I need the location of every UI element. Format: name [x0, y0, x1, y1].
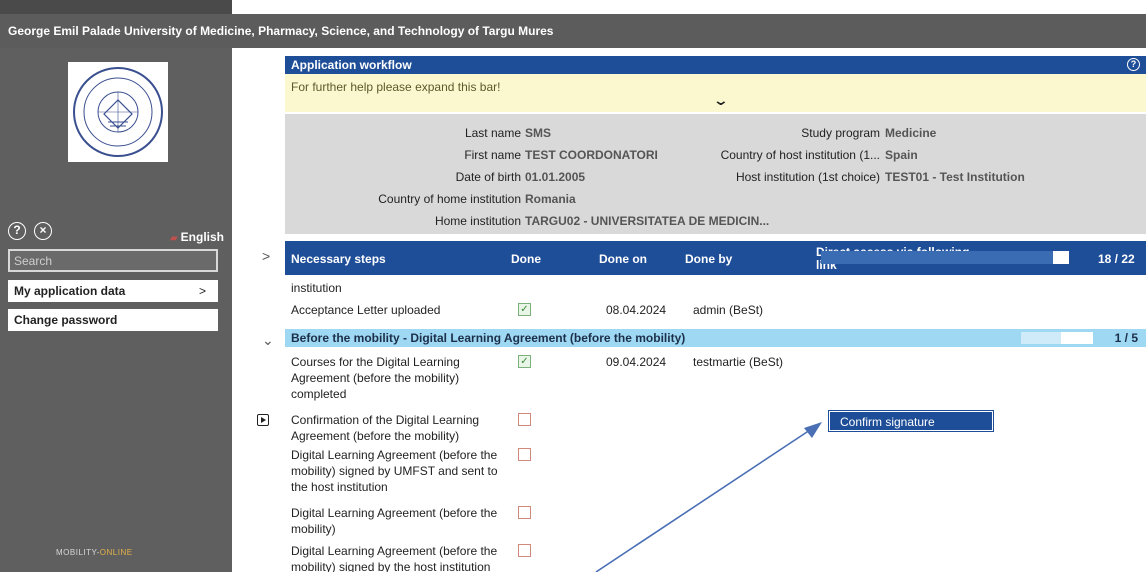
section-bar-learning-agreement[interactable]: Before the mobility - Digital Learning A…: [285, 329, 1146, 347]
help-bar-text: For further help please expand this bar!: [291, 80, 501, 94]
checkbox-unchecked-icon: [518, 413, 531, 426]
main-content: Application workflow ? For further help …: [232, 48, 1146, 572]
step-done-on: 09.04.2024: [606, 355, 667, 369]
language-label: English: [180, 230, 224, 244]
host-country-label: Country of host institution (1...: [720, 148, 880, 162]
sidebar-item-change-password[interactable]: Change password: [8, 309, 218, 331]
col-done: Done: [511, 252, 541, 266]
step-text: institution: [291, 281, 342, 295]
col-done-by: Done by: [685, 252, 733, 266]
workflow-title: Application workflow: [291, 58, 412, 72]
checkbox-unchecked-icon: [518, 506, 531, 519]
help-icon[interactable]: ?: [8, 222, 26, 240]
checkbox-checked-icon: ✓: [518, 303, 531, 316]
study-program-value: Medicine: [885, 126, 937, 140]
chevron-down-icon[interactable]: ⌄: [713, 92, 729, 109]
university-seal-logo: [68, 62, 168, 162]
steps-progress-fill: [1052, 251, 1069, 264]
sidebar-item-label: Change password: [14, 313, 118, 327]
sidebar-item-label: My application data: [14, 284, 126, 298]
section-progress-bar: [1021, 332, 1093, 344]
language-selector[interactable]: ▰ English: [170, 230, 224, 244]
top-strip-dark: [0, 0, 232, 14]
university-title: George Emil Palade University of Medicin…: [8, 24, 554, 38]
university-header: George Emil Palade University of Medicin…: [0, 14, 1146, 48]
uk-flag-icon: ▰: [169, 233, 178, 244]
checkbox-unchecked-icon: [518, 544, 531, 557]
collapse-steps-chevron-icon[interactable]: >: [262, 248, 270, 264]
home-institution-value: TARGU02 - UNIVERSITATEA DE MEDICIN...: [525, 214, 770, 228]
sidebar-icon-row: ? × ▰ English: [8, 222, 224, 244]
section-progress-count: 1 / 5: [1114, 331, 1138, 345]
sidebar-item-my-application-data[interactable]: My application data >: [8, 280, 218, 302]
checkbox-unchecked-icon: [518, 448, 531, 461]
last-name-value: SMS: [525, 126, 552, 140]
host-country-value: Spain: [885, 148, 918, 162]
step-text: Acceptance Letter uploaded: [291, 303, 441, 317]
steps-progress-bar: [821, 251, 1069, 264]
home-country-value: Romania: [525, 192, 576, 206]
help-icon[interactable]: ?: [1127, 58, 1140, 71]
mobility-online-logo: MOBILITY-ONLINE: [56, 548, 133, 557]
step-text: Courses for the Digital Learning Agreemen…: [291, 355, 460, 401]
host-institution-label: Host institution (1st choice): [735, 170, 880, 184]
section-progress-fill: [1061, 332, 1093, 344]
study-program-label: Study program: [801, 126, 880, 140]
step-done-on: 08.04.2024: [606, 303, 667, 317]
step-done-by: admin (BeSt): [693, 303, 764, 317]
chevron-right-icon: >: [198, 284, 206, 298]
first-name-label: First name: [464, 148, 521, 162]
step-text: Digital Learning Agreement (before the mo…: [291, 448, 498, 494]
checkbox-checked-icon: ✓: [518, 355, 531, 368]
home-country-label: Country of home institution: [378, 192, 521, 206]
help-expand-bar[interactable]: For further help please expand this bar!…: [285, 74, 1146, 112]
first-name-value: TEST COORDONATORI: [525, 148, 658, 162]
step-text: Digital Learning Agreement (before the mo…: [291, 506, 498, 536]
host-institution-value: TEST01 - Test Institution: [885, 170, 1025, 184]
dob-value: 01.01.2005: [525, 170, 586, 184]
col-done-on: Done on: [599, 252, 647, 266]
home-institution-label: Home institution: [434, 214, 521, 228]
col-necessary-steps: Necessary steps: [291, 252, 386, 266]
section-title: Before the mobility - Digital Learning A…: [291, 331, 686, 345]
search-input[interactable]: [8, 249, 218, 272]
confirm-signature-button[interactable]: Confirm signature: [829, 411, 993, 431]
top-strip: [0, 0, 1146, 14]
workflow-title-bar: Application workflow ?: [285, 56, 1146, 74]
close-icon[interactable]: ×: [34, 222, 52, 240]
play-icon[interactable]: [257, 414, 269, 426]
last-name-label: Last name: [464, 126, 521, 140]
collapse-section-chevron-icon[interactable]: ⌄: [262, 332, 274, 349]
step-text: Digital Learning Agreement (before the mo…: [291, 544, 498, 572]
step-done-by: testmartie (BeSt): [693, 355, 784, 369]
applicant-info-box: Last name SMS First name TEST COORDONATO…: [285, 114, 1146, 234]
steps-progress-count: 18 / 22: [1098, 252, 1135, 266]
dob-label: Date of birth: [455, 170, 521, 184]
necessary-steps-header: Necessary steps Done Done on Done by Dir…: [285, 241, 1146, 275]
step-text: Confirmation of the Digital Learning Agre…: [291, 413, 480, 443]
sidebar: ? × ▰English My application data > Chang…: [0, 48, 232, 572]
